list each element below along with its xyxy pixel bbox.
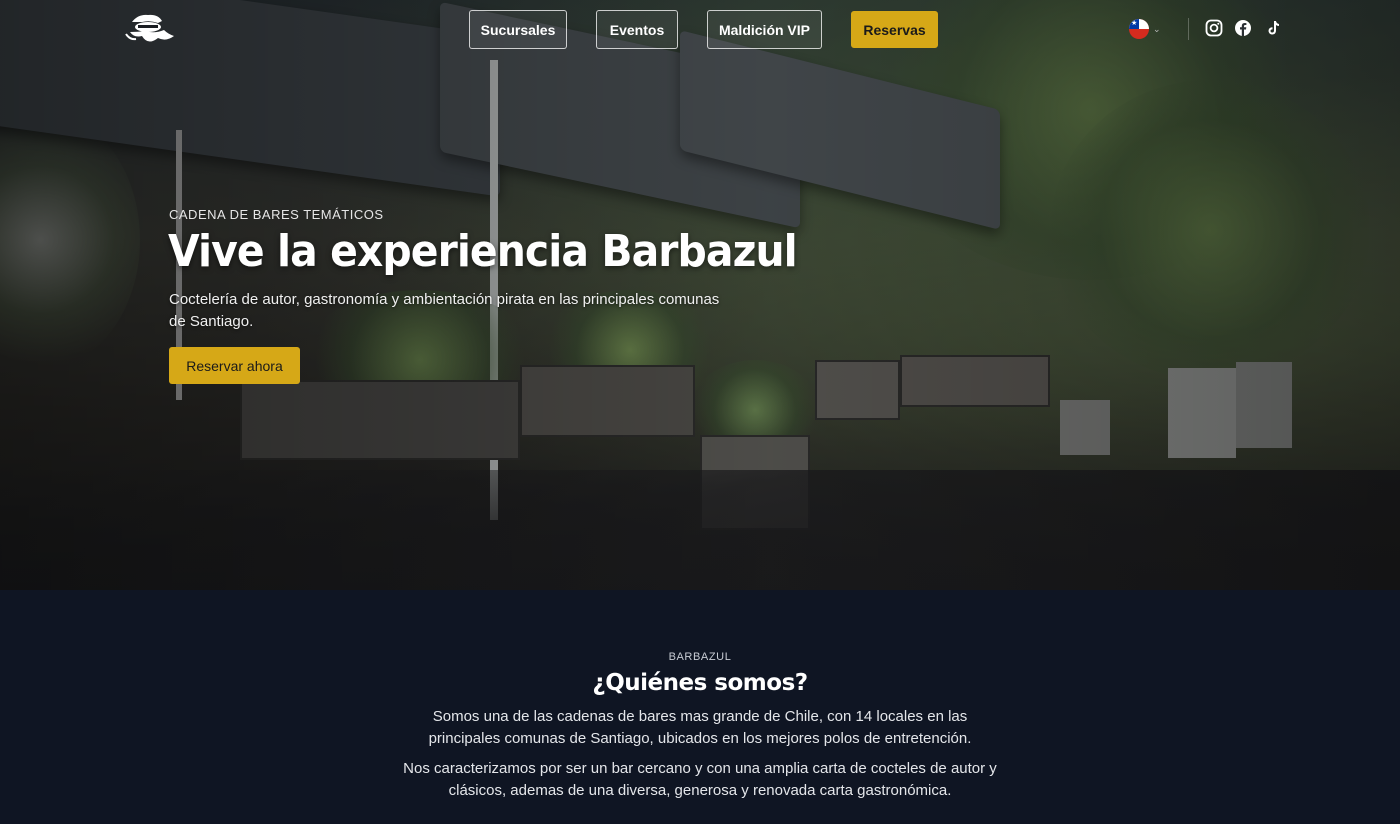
about-title: ¿Quiénes somos?: [592, 670, 808, 696]
about-section: BARBAZUL ¿Quiénes somos? Somos una de la…: [0, 590, 1400, 824]
nav-divider: [1188, 18, 1189, 40]
pirate-logo-icon: [125, 14, 174, 42]
about-paragraph: Somos una de las cadenas de bares mas gr…: [428, 708, 972, 747]
about-eyebrow: BARBAZUL: [668, 651, 732, 663]
nav-link-eventos[interactable]: Eventos: [596, 10, 678, 49]
facebook-icon[interactable]: [1234, 19, 1252, 37]
about-paragraph: Nos caracterizamos por ser un bar cercan…: [403, 760, 997, 799]
logo[interactable]: [124, 12, 176, 48]
hero-title: Vive la experiencia Barbazul: [168, 226, 798, 277]
chile-flag-icon: ★: [1129, 19, 1149, 39]
reservas-button[interactable]: Reservas: [851, 11, 938, 48]
language-selector[interactable]: ★ ⌄: [1129, 19, 1165, 39]
hero-section: CADENA DE BARES TEMÁTICOS Vive la experi…: [0, 0, 1400, 590]
instagram-icon[interactable]: [1205, 19, 1223, 37]
chevron-down-icon: ⌄: [1153, 23, 1161, 34]
nav-link-maldicion-vip[interactable]: Maldición VIP: [707, 10, 822, 49]
top-nav: Sucursales Eventos Maldición VIP Reserva…: [0, 0, 1400, 60]
hero-description: Coctelería de autor, gastronomía y ambie…: [169, 291, 720, 330]
reserve-now-button[interactable]: Reservar ahora: [169, 347, 300, 384]
nav-link-sucursales[interactable]: Sucursales: [469, 10, 567, 49]
hero-eyebrow: CADENA DE BARES TEMÁTICOS: [169, 207, 384, 222]
tiktok-icon[interactable]: [1264, 19, 1282, 37]
